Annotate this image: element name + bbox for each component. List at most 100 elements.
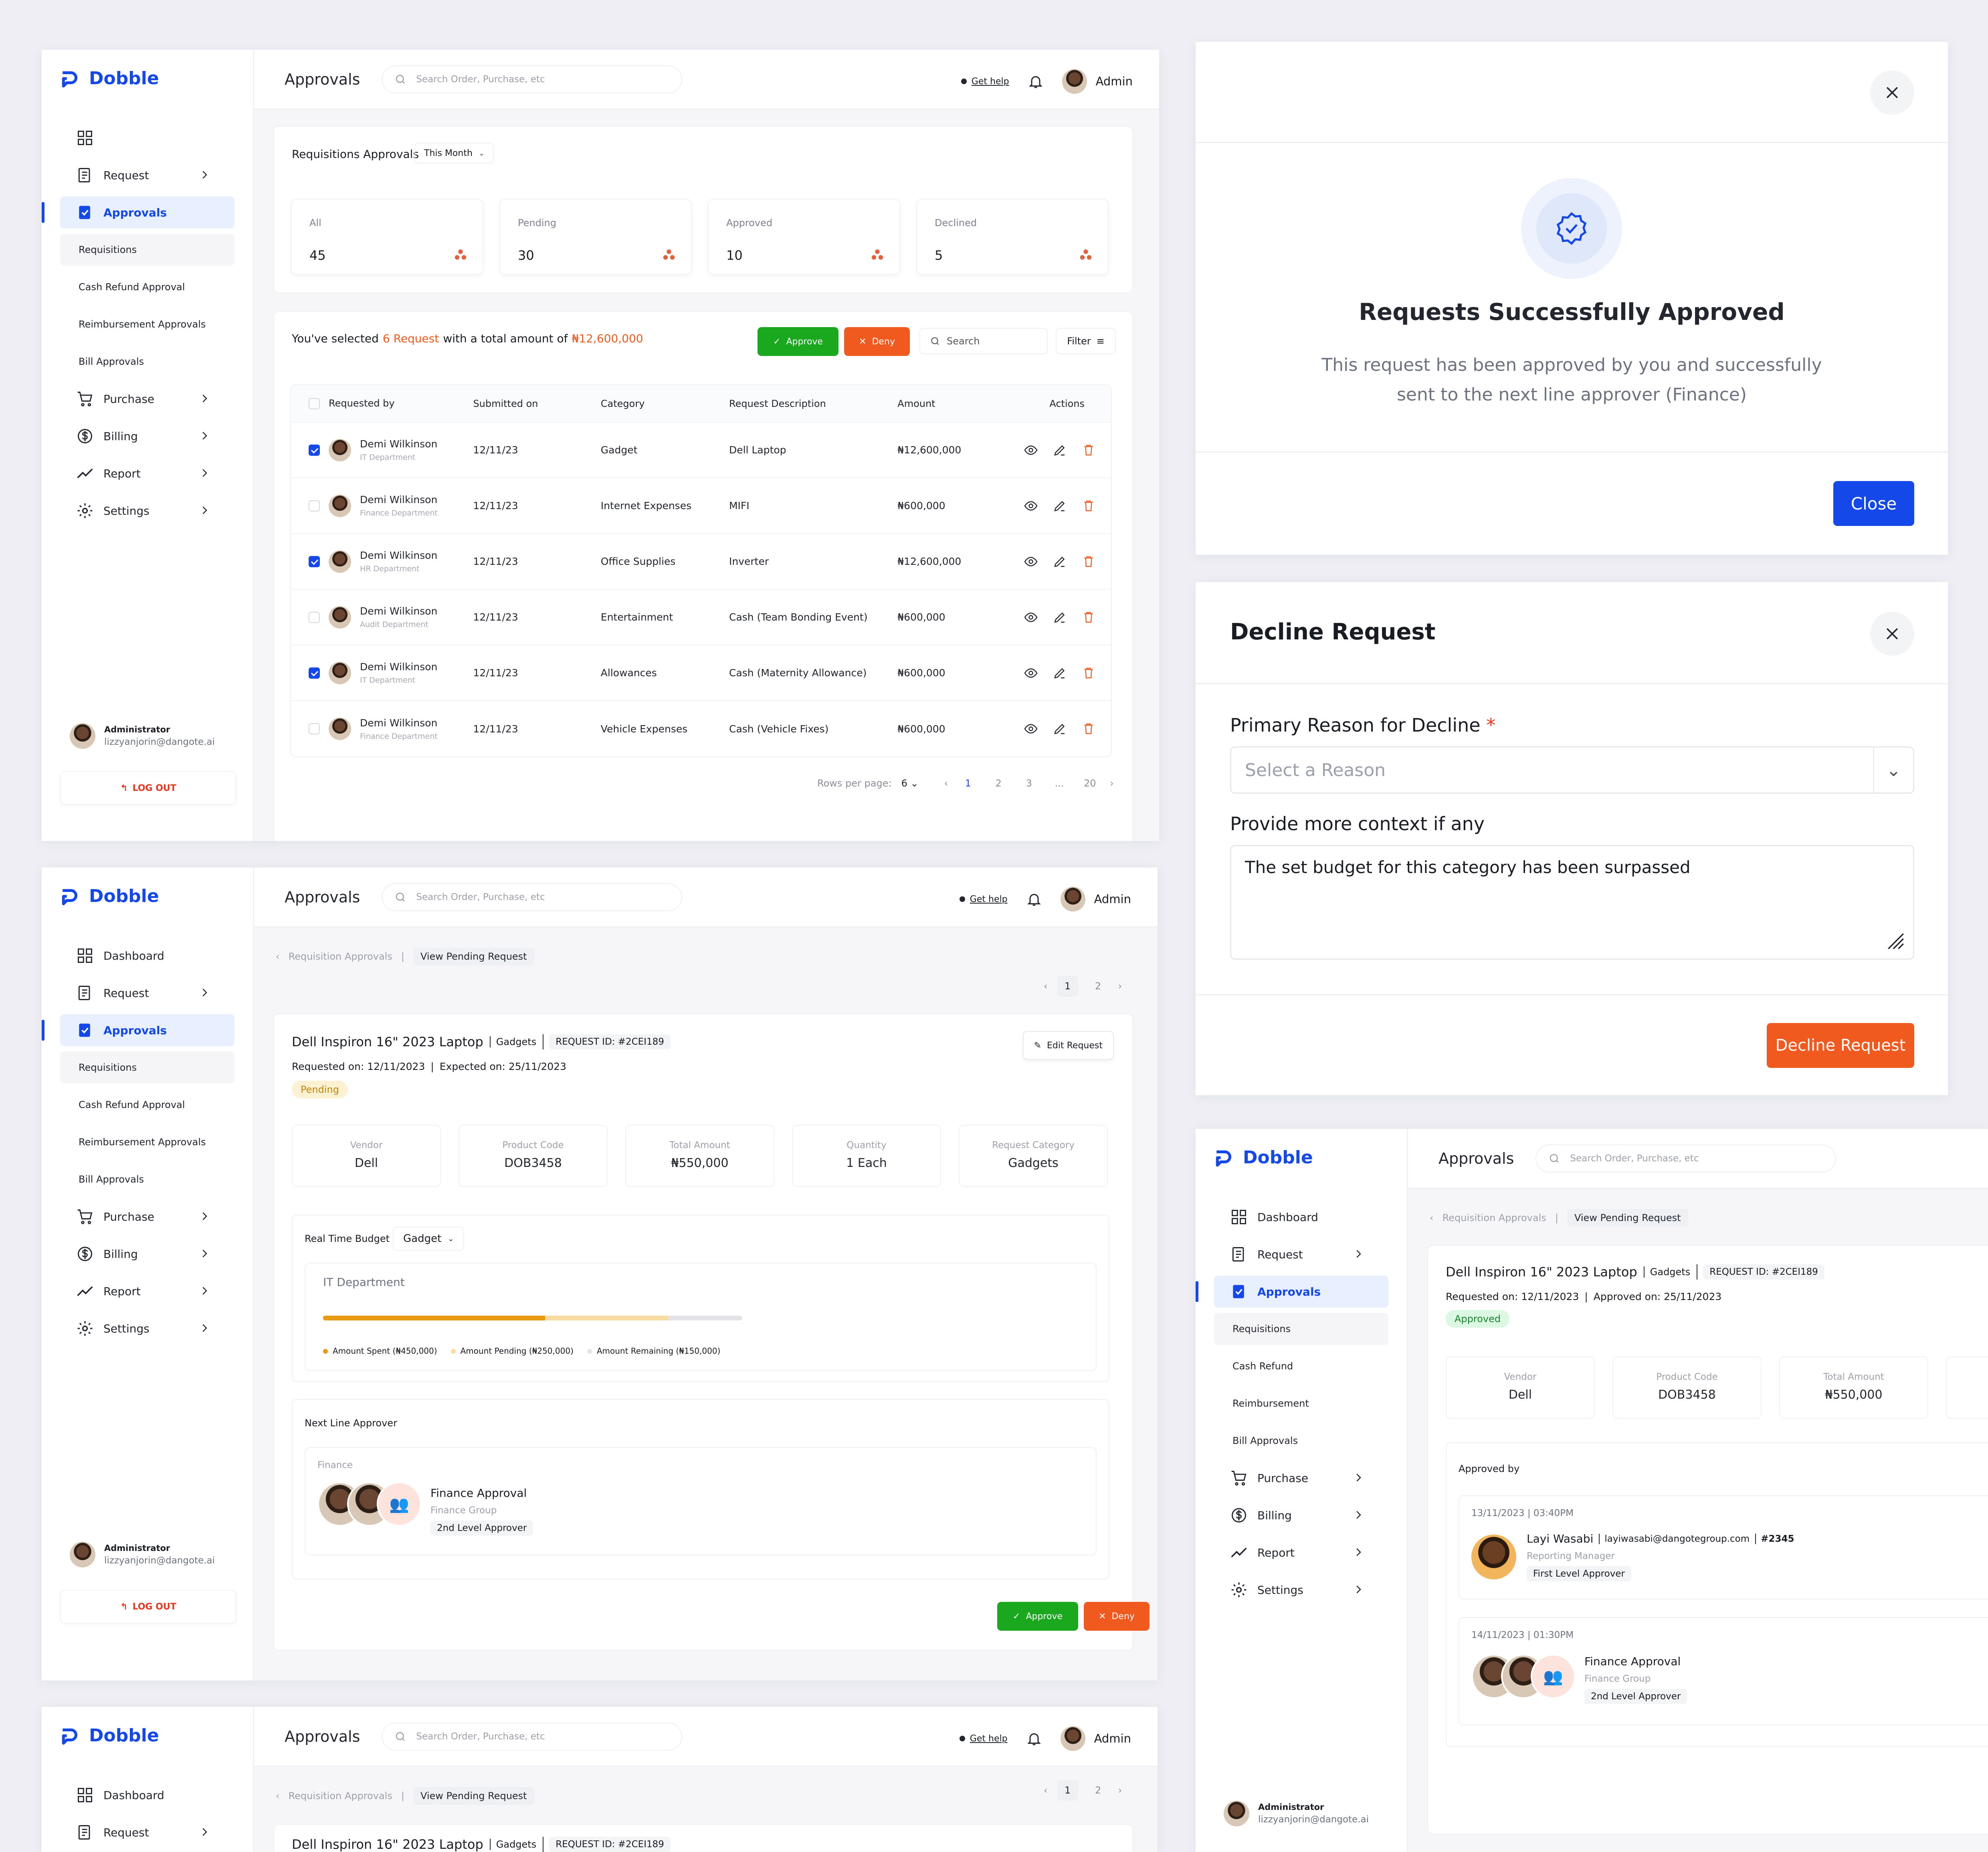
edit-request-button[interactable]: ✎ Edit Request [1022, 1031, 1114, 1060]
page-button[interactable]: 2 [1088, 1780, 1109, 1801]
logout-button[interactable]: ↰ LOG OUT [60, 1590, 236, 1624]
breadcrumb-link[interactable]: Requisition Approvals [289, 1790, 392, 1801]
filter-button[interactable]: Filter ≡ [1056, 328, 1116, 354]
eye-icon[interactable] [1024, 554, 1038, 569]
deny-button[interactable]: ✕ Deny [1084, 1602, 1150, 1631]
prev-page-icon[interactable]: ‹ [1044, 1785, 1048, 1796]
search-input[interactable]: Search Order, Purchase, etc [382, 65, 683, 93]
prev-page-icon[interactable]: ‹ [1044, 981, 1048, 992]
sidebar-item-dashboard[interactable] [60, 122, 234, 154]
eye-icon[interactable] [1024, 499, 1038, 513]
bell-icon[interactable] [1026, 1730, 1042, 1747]
row-checkbox[interactable] [309, 556, 320, 567]
sidebar-item-report[interactable]: Report [60, 1275, 234, 1307]
sidebar-sub-cash-refund[interactable]: Cash Refund Approval [60, 1089, 234, 1121]
edit-icon[interactable] [1053, 722, 1067, 736]
approve-button[interactable]: ✓ Approve [997, 1602, 1078, 1631]
sidebar-item-dashboard[interactable]: Dashboard [1214, 1201, 1388, 1233]
trash-icon[interactable] [1081, 554, 1096, 569]
page-button[interactable]: 1 [958, 773, 978, 794]
prev-page-icon[interactable]: ‹ [944, 778, 948, 789]
decline-request-button[interactable]: Decline Request [1767, 1023, 1914, 1068]
back-icon[interactable]: ‹ [1430, 1212, 1434, 1223]
trash-icon[interactable] [1081, 610, 1096, 625]
table-row[interactable]: Demi Wilkinson Finance Department 12/11/23… [291, 477, 1111, 534]
page-button[interactable]: 20 [1079, 773, 1100, 794]
eye-icon[interactable] [1024, 722, 1038, 736]
admin-menu[interactable]: Admin [1060, 1726, 1131, 1751]
sidebar-sub-reimbursement[interactable]: Reimbursement Approvals [60, 308, 234, 340]
deny-button[interactable]: ✕ Deny [844, 327, 910, 356]
sidebar-item-settings[interactable]: Settings [60, 495, 234, 527]
eye-icon[interactable] [1024, 610, 1038, 625]
sidebar-item-dashboard[interactable]: Dashboard [60, 1779, 234, 1811]
row-checkbox[interactable] [309, 444, 320, 456]
sidebar-item-request[interactable]: Request [60, 1816, 234, 1848]
reason-select[interactable]: Select a Reason ⌄ [1230, 746, 1914, 794]
sidebar-item-report[interactable]: Report [60, 457, 234, 489]
rows-per-page-select[interactable]: 6 ⌄ [901, 778, 919, 789]
trash-icon[interactable] [1081, 443, 1096, 457]
back-icon[interactable]: ‹ [276, 951, 280, 962]
table-row[interactable]: Demi Wilkinson HR Department 12/11/23 Offic… [291, 533, 1111, 589]
row-checkbox[interactable] [309, 611, 320, 623]
select-all-checkbox[interactable] [309, 398, 320, 409]
sidebar-item-approvals[interactable]: Approvals [42, 1014, 234, 1046]
sidebar-item-settings[interactable]: Settings [1214, 1574, 1388, 1606]
page-button[interactable]: 3 [1018, 773, 1039, 794]
bell-icon[interactable] [1026, 890, 1042, 908]
admin-menu[interactable]: Admin [1062, 69, 1133, 94]
sidebar-item-settings[interactable]: Settings [60, 1312, 234, 1345]
get-help-link[interactable]: Get help [961, 77, 1009, 87]
edit-icon[interactable] [1053, 666, 1067, 680]
sidebar-item-approvals[interactable]: Approvals [42, 196, 234, 228]
sidebar-item-approvals[interactable]: Approvals [1196, 1276, 1388, 1308]
sidebar-item-purchase[interactable]: Purchase [60, 383, 234, 415]
sidebar-sub-requisitions[interactable]: Requisitions [1214, 1313, 1388, 1345]
trash-icon[interactable] [1081, 722, 1096, 736]
get-help-link[interactable]: Get help [959, 894, 1008, 904]
trash-icon[interactable] [1081, 666, 1096, 680]
sidebar-sub-reimbursement[interactable]: Reimbursement [1214, 1387, 1388, 1419]
sidebar-sub-cash-refund[interactable]: Cash Refund Approval [60, 271, 234, 303]
logout-button[interactable]: ↰ LOG OUT [60, 771, 236, 805]
next-page-icon[interactable]: › [1118, 981, 1122, 992]
next-page-icon[interactable]: › [1110, 778, 1114, 789]
search-input[interactable]: Search Order, Purchase, etc [382, 883, 683, 911]
eye-icon[interactable] [1024, 666, 1038, 680]
back-icon[interactable]: ‹ [276, 1790, 280, 1801]
sidebar-item-billing[interactable]: Billing [1214, 1499, 1388, 1531]
search-input[interactable]: Search Order, Purchase, etc [1535, 1144, 1836, 1173]
sidebar-sub-requisitions[interactable]: Requisitions [60, 234, 234, 266]
row-checkbox[interactable] [309, 500, 320, 512]
sidebar-sub-requisitions[interactable]: Requisitions [60, 1051, 234, 1084]
sidebar-item-request[interactable]: Request [60, 159, 234, 191]
sidebar-sub-bill-approvals[interactable]: Bill Approvals [1214, 1425, 1388, 1457]
page-button[interactable]: 1 [1057, 976, 1078, 997]
admin-menu[interactable]: Admin [1060, 887, 1131, 912]
sidebar-item-purchase[interactable]: Purchase [1214, 1462, 1388, 1494]
next-page-icon[interactable]: › [1118, 1785, 1122, 1796]
sidebar-item-request[interactable]: Request [1214, 1238, 1388, 1270]
sidebar-sub-bill-approvals[interactable]: Bill Approvals [60, 346, 234, 378]
eye-icon[interactable] [1024, 443, 1038, 457]
row-checkbox[interactable] [309, 667, 320, 679]
close-modal-button[interactable] [1870, 71, 1914, 115]
sidebar-item-billing[interactable]: Billing [60, 1238, 234, 1270]
sidebar-item-billing[interactable]: Billing [60, 420, 234, 452]
table-row[interactable]: Demi Wilkinson IT Department 12/11/23 Allow… [291, 645, 1111, 701]
table-row[interactable]: Demi Wilkinson Audit Department 12/11/23 En… [291, 589, 1111, 645]
trash-icon[interactable] [1081, 499, 1096, 513]
breadcrumb-link[interactable]: Requisition Approvals [1443, 1212, 1546, 1223]
context-textarea[interactable]: The set budget for this category has bee… [1230, 845, 1914, 960]
close-button[interactable]: Close [1833, 481, 1914, 526]
sidebar-sub-reimbursement[interactable]: Reimbursement Approvals [60, 1126, 234, 1158]
page-button[interactable]: 2 [988, 773, 1009, 794]
sidebar-item-dashboard[interactable]: Dashboard [60, 940, 234, 972]
search-input[interactable]: Search Order, Purchase, etc [382, 1722, 683, 1751]
budget-select[interactable]: Gadget ⌄ [393, 1227, 465, 1251]
page-button[interactable]: 2 [1088, 976, 1109, 997]
resize-handle-icon[interactable] [1885, 930, 1905, 950]
breadcrumb-link[interactable]: Requisition Approvals [289, 951, 392, 962]
edit-icon[interactable] [1053, 443, 1067, 457]
